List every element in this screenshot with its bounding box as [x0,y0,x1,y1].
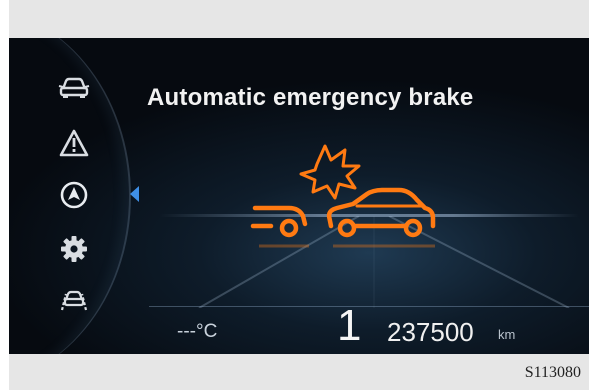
page-title: Automatic emergency brake [147,84,474,111]
figure-code: S113080 [524,364,581,381]
odometer-unit: km [498,327,516,342]
instrument-cluster-display: Automatic emergency brake ---°C 1 237500… [9,38,589,354]
status-bar: ---°C 1 237500 km [149,301,589,354]
gear-indicator: 1 [337,301,362,350]
front-car-icon [326,187,436,238]
outside-temperature: ---°C [177,321,218,342]
navigation-icon[interactable] [57,180,91,210]
odometer-value: 237500 [387,317,474,347]
top-crop-strip [9,0,589,38]
own-car-icon [250,205,308,238]
car-front-icon[interactable] [57,72,91,102]
driver-assist-icon[interactable] [57,284,91,314]
settings-gear-icon[interactable] [57,234,91,264]
collision-warning-graphic [250,144,436,248]
caption-strip: S113080 [9,354,589,390]
menu-selector-arrow [130,186,139,202]
collision-burst-icon [299,144,361,200]
warning-triangle-icon[interactable] [57,128,91,158]
